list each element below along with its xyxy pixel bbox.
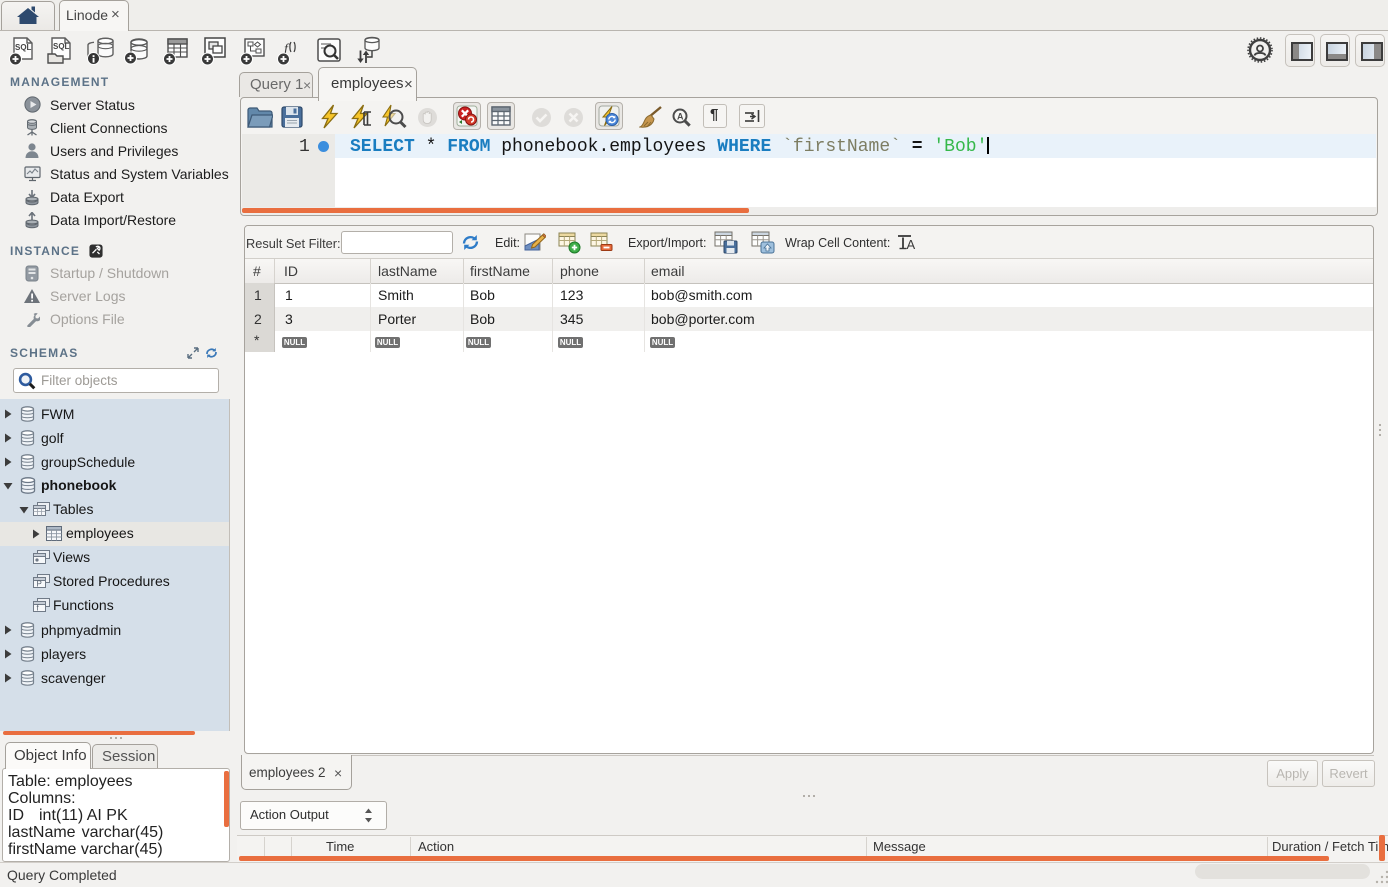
- svg-text:A: A: [907, 237, 916, 252]
- svg-text:P: P: [37, 580, 42, 589]
- svg-text:SQL: SQL: [15, 43, 32, 52]
- svg-text:SQL: SQL: [53, 42, 70, 51]
- svg-text:A: A: [677, 112, 684, 122]
